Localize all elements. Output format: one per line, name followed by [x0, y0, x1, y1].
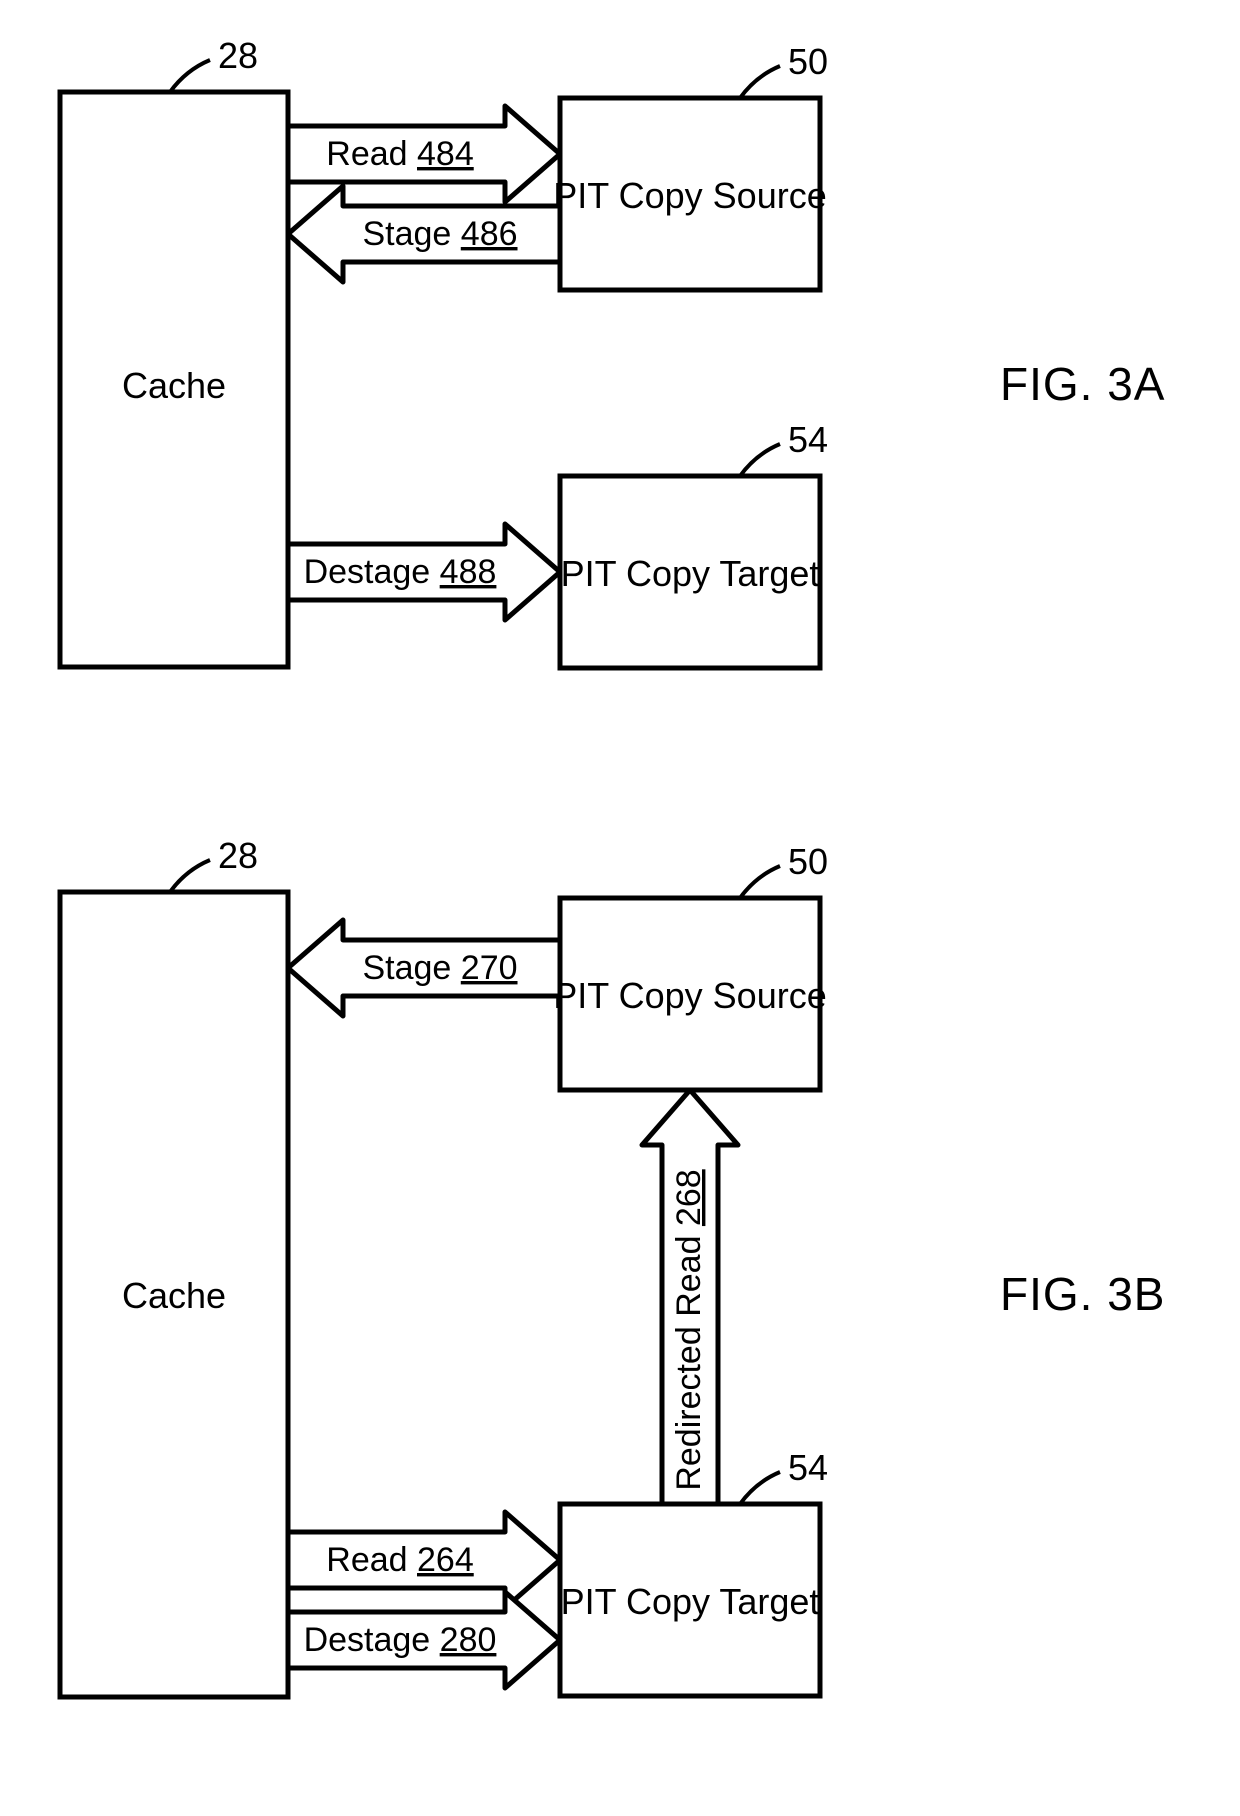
diagram-canvas: Cache 28 PIT Copy Source 50 PIT Copy Tar…: [0, 0, 1240, 1816]
figA-arrow-destage: Destage 488: [288, 524, 560, 620]
svg-text:Read 484: Read 484: [326, 135, 473, 173]
figB-source-refnum: 50: [788, 841, 828, 882]
figA-source-ref: 50: [740, 41, 828, 98]
figB-arrow-read-word: Read: [326, 1541, 407, 1579]
svg-text:Read 264: Read 264: [326, 1541, 473, 1579]
figB-arrow-destage: Destage 280: [288, 1592, 560, 1688]
figA-source-refnum: 50: [788, 41, 828, 82]
figB-source-ref: 50: [740, 841, 828, 898]
figB-source-box: PIT Copy Source: [553, 898, 826, 1090]
svg-text:Stage 270: Stage 270: [362, 949, 517, 987]
figB-arrow-read-num: 264: [417, 1541, 474, 1579]
figA-source-box: PIT Copy Source: [553, 98, 826, 290]
figA-target-ref: 54: [740, 419, 828, 476]
figB-arrow-destage-word: Destage: [304, 1621, 431, 1659]
figB-source-label: PIT Copy Source: [553, 975, 826, 1016]
figB-arrow-redirect-word: Redirected Read: [670, 1236, 708, 1491]
svg-text:Destage 280: Destage 280: [304, 1621, 497, 1659]
figB-arrow-destage-num: 280: [440, 1621, 497, 1659]
figA-arrow-stage-num: 486: [461, 215, 518, 253]
figA-target-refnum: 54: [788, 419, 828, 460]
figB-arrow-stage-word: Stage: [362, 949, 451, 987]
figB-cache-refnum: 28: [218, 835, 258, 876]
figB-target-label: PIT Copy Target: [561, 1581, 820, 1622]
figA-arrow-read: Read 484: [288, 106, 560, 202]
figA-arrow-read-word: Read: [326, 135, 407, 173]
figB-cache-box: Cache: [60, 892, 288, 1697]
figB-target-box: PIT Copy Target: [560, 1504, 820, 1696]
svg-text:Destage 488: Destage 488: [304, 553, 497, 591]
figB-title: FIG. 3B: [1000, 1268, 1165, 1320]
figA-arrow-stage-word: Stage: [362, 215, 451, 253]
figB-cache-ref: 28: [170, 835, 258, 892]
figA-arrow-destage-num: 488: [440, 553, 497, 591]
figA-title: FIG. 3A: [1000, 358, 1165, 410]
figA-cache-box: Cache: [60, 92, 288, 667]
svg-text:Stage 486: Stage 486: [362, 215, 517, 253]
figB-target-refnum: 54: [788, 1447, 828, 1488]
figA-target-box: PIT Copy Target: [560, 476, 820, 668]
figA-arrow-read-num: 484: [417, 135, 474, 173]
figB-arrow-stage-num: 270: [461, 949, 518, 987]
figA-arrow-stage: Stage 486: [288, 186, 560, 282]
figA-cache-ref: 28: [170, 35, 258, 92]
figB-arrow-redirect: Redirected Read 268: [642, 1090, 738, 1504]
figA-source-label: PIT Copy Source: [553, 175, 826, 216]
svg-text:Redirected Read 268: Redirected Read 268: [670, 1169, 708, 1490]
figB-arrow-stage: Stage 270: [288, 920, 560, 1016]
figA-cache-label: Cache: [122, 365, 226, 406]
figA-arrow-destage-word: Destage: [304, 553, 431, 591]
figA-cache-refnum: 28: [218, 35, 258, 76]
figB-cache-label: Cache: [122, 1275, 226, 1316]
figA-target-label: PIT Copy Target: [561, 553, 820, 594]
figB-arrow-redirect-num: 268: [670, 1169, 708, 1226]
figB-target-ref: 54: [740, 1447, 828, 1504]
figB-arrow-read: Read 264: [288, 1512, 560, 1608]
